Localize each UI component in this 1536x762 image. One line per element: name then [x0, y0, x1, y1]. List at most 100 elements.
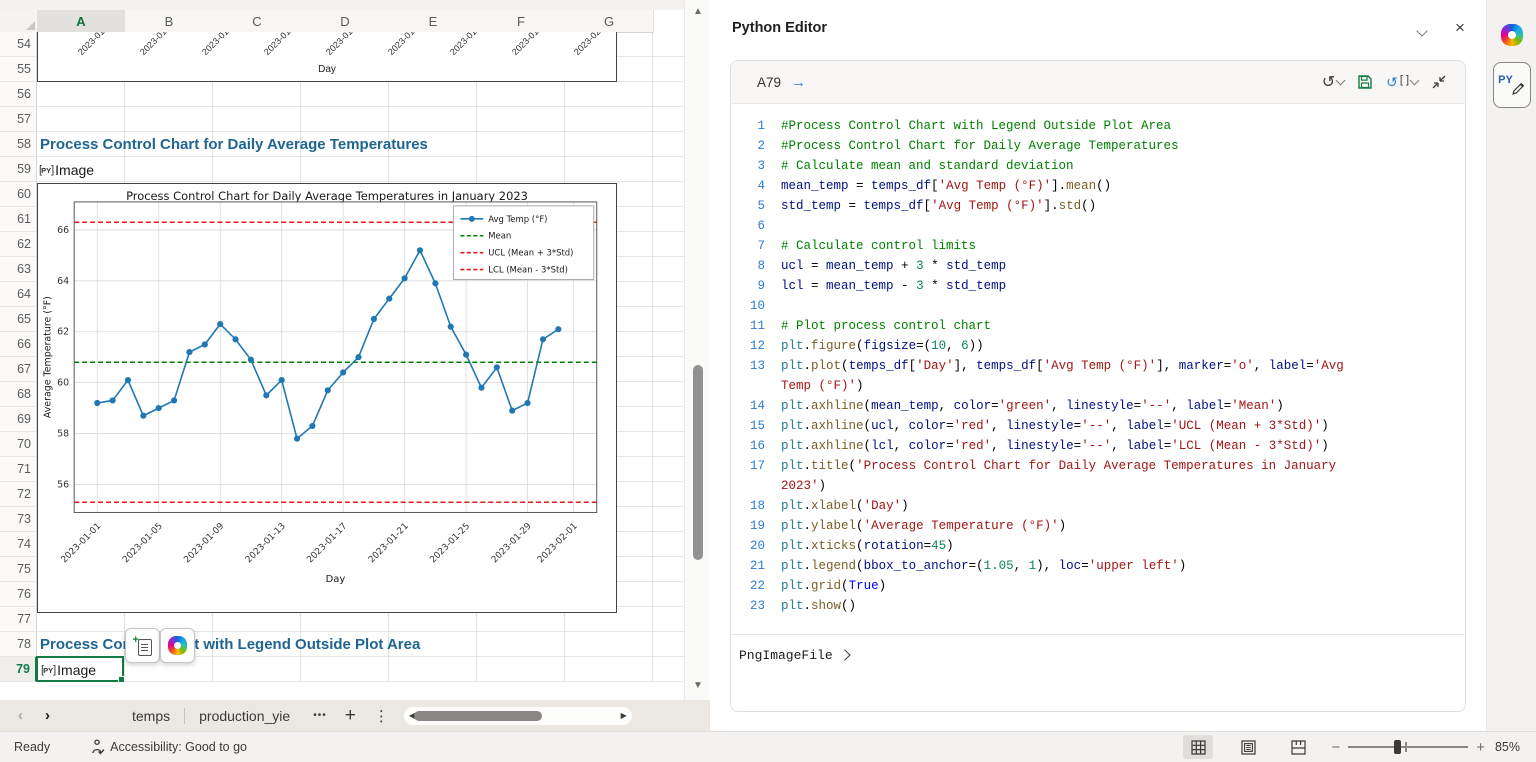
code-editor[interactable]: 1#Process Control Chart with Legend Outs…	[731, 104, 1465, 634]
row-header-77[interactable]: 77	[0, 607, 37, 632]
quick-analysis-button[interactable]: +	[125, 628, 160, 663]
code-line[interactable]: 2023')	[731, 476, 1465, 496]
code-line[interactable]: 8ucl = mean_temp + 3 * std_temp	[731, 256, 1465, 276]
scroll-down-icon[interactable]: ▼	[685, 680, 711, 691]
zoom-slider[interactable]	[1348, 746, 1468, 748]
column-header-B[interactable]: B	[125, 10, 214, 33]
row-header-55[interactable]: 55	[0, 57, 37, 82]
row-header-71[interactable]: 71	[0, 457, 37, 482]
zoom-level[interactable]: 85%	[1495, 740, 1520, 754]
zoom-slider-thumb[interactable]	[1394, 740, 1401, 754]
embedded-chart-image-top[interactable]: 2023-012023-012023-012023-012023-012023-…	[37, 32, 617, 82]
column-header-F[interactable]: F	[477, 10, 566, 33]
prev-sheet-icon[interactable]: ‹	[18, 707, 23, 724]
output-type[interactable]: PngImageFile	[739, 648, 833, 663]
row-header-75[interactable]: 75	[0, 557, 37, 582]
code-line[interactable]: 4mean_temp = temps_df['Avg Temp (°F)'].m…	[731, 176, 1465, 196]
sheet-overflow-button[interactable]: •••	[304, 710, 336, 721]
scroll-right-icon[interactable]: ▶	[621, 711, 627, 720]
add-sheet-button[interactable]: +	[336, 705, 365, 727]
row-header-68[interactable]: 68	[0, 382, 37, 407]
select-all-corner[interactable]	[0, 10, 38, 33]
code-line[interactable]: 20plt.xticks(rotation=45)	[731, 536, 1465, 556]
column-header-E[interactable]: E	[389, 10, 478, 33]
copilot-cell-button[interactable]	[160, 628, 195, 663]
code-line[interactable]: 19plt.ylabel('Average Temperature (°F)')	[731, 516, 1465, 536]
horizontal-scrollbar-thumb[interactable]	[414, 711, 542, 721]
row-header-60[interactable]: 60	[0, 182, 37, 207]
heading-row58[interactable]: Process Control Chart for Daily Average …	[40, 132, 428, 157]
row-header-72[interactable]: 72	[0, 482, 37, 507]
code-line[interactable]: 23plt.show()	[731, 596, 1465, 616]
panel-collapse-icon[interactable]	[1418, 22, 1426, 40]
row-header-61[interactable]: 61	[0, 207, 37, 232]
row-header-67[interactable]: 67	[0, 357, 37, 382]
code-line[interactable]: Temp (°F)')	[731, 376, 1465, 396]
code-line[interactable]: 6	[731, 216, 1465, 236]
horizontal-scrollbar[interactable]: ◀ ▶	[404, 707, 632, 725]
vertical-scrollbar-thumb[interactable]	[693, 365, 703, 560]
code-line[interactable]: 1#Process Control Chart with Legend Outs…	[731, 116, 1465, 136]
row-header-76[interactable]: 76	[0, 582, 37, 607]
row-header-74[interactable]: 74	[0, 532, 37, 557]
sheet-tab-production-yield[interactable]: production_yie	[185, 700, 304, 731]
code-line[interactable]: 10	[731, 296, 1465, 316]
row-header-78[interactable]: 78	[0, 632, 37, 657]
row-header-56[interactable]: 56	[0, 82, 37, 107]
row-header-69[interactable]: 69	[0, 407, 37, 432]
row-header-54[interactable]: 54	[0, 32, 37, 57]
next-sheet-icon[interactable]: ›	[45, 707, 50, 724]
code-line[interactable]: 17plt.title('Process Control Chart for D…	[731, 456, 1465, 476]
code-line[interactable]: 7# Calculate control limits	[731, 236, 1465, 256]
code-line[interactable]: 18plt.xlabel('Day')	[731, 496, 1465, 516]
row-header-79[interactable]: 79	[0, 657, 37, 682]
row-header-63[interactable]: 63	[0, 257, 37, 282]
code-line[interactable]: 16plt.axhline(lcl, color='red', linestyl…	[731, 436, 1465, 456]
column-header-G[interactable]: G	[565, 10, 654, 33]
zoom-out-button[interactable]: −	[1331, 739, 1340, 756]
sheet-menu-button[interactable]: ⋮	[365, 707, 398, 725]
code-line[interactable]: 5std_temp = temps_df['Avg Temp (°F)'].st…	[731, 196, 1465, 216]
row-header-73[interactable]: 73	[0, 507, 37, 532]
cell-reference[interactable]: A79	[757, 75, 781, 90]
panel-close-icon[interactable]: ×	[1455, 18, 1465, 38]
row-header-64[interactable]: 64	[0, 282, 37, 307]
python-editor-rail-button[interactable]: PY	[1493, 62, 1531, 108]
sheet-tab-temps[interactable]: temps	[118, 700, 184, 731]
accessibility-status[interactable]: Accessibility: Good to go	[90, 739, 247, 755]
run-code-button[interactable]: ↺[ ]	[1386, 74, 1418, 91]
goto-cell-arrow-icon[interactable]: →	[791, 74, 806, 91]
column-header-C[interactable]: C	[213, 10, 302, 33]
row-header-66[interactable]: 66	[0, 332, 37, 357]
column-header-D[interactable]: D	[301, 10, 390, 33]
row-header-59[interactable]: 59	[0, 157, 37, 182]
row-header-58[interactable]: 58	[0, 132, 37, 157]
code-line[interactable]: 22plt.grid(True)	[731, 576, 1465, 596]
embedded-chart-image[interactable]: Process Control Chart for Daily Average …	[37, 183, 617, 613]
heading-row78[interactable]: Process Control Chart with Legend Outsid…	[40, 632, 420, 657]
code-line[interactable]: 14plt.axhline(mean_temp, color='green', …	[731, 396, 1465, 416]
code-line[interactable]: 15plt.axhline(ucl, color='red', linestyl…	[731, 416, 1465, 436]
output-footer[interactable]: PngImageFile	[731, 634, 1465, 675]
row-header-70[interactable]: 70	[0, 432, 37, 457]
copilot-icon[interactable]	[1501, 24, 1523, 46]
expand-output-icon[interactable]	[839, 649, 850, 660]
row-header-65[interactable]: 65	[0, 307, 37, 332]
page-break-view-button[interactable]	[1283, 735, 1313, 759]
code-line[interactable]: 21plt.legend(bbox_to_anchor=(1.05, 1), l…	[731, 556, 1465, 576]
collapse-editor-button[interactable]	[1431, 74, 1447, 90]
code-line[interactable]: 13plt.plot(temps_df['Day'], temps_df['Av…	[731, 356, 1465, 376]
code-line[interactable]: 3# Calculate mean and standard deviation	[731, 156, 1465, 176]
page-layout-view-button[interactable]	[1233, 735, 1263, 759]
code-line[interactable]: 11# Plot process control chart	[731, 316, 1465, 336]
zoom-in-button[interactable]: +	[1476, 739, 1485, 756]
row-header-57[interactable]: 57	[0, 107, 37, 132]
code-line[interactable]: 2#Process Control Chart for Daily Averag…	[731, 136, 1465, 156]
save-button[interactable]	[1357, 74, 1373, 90]
column-header-A[interactable]: A	[37, 10, 126, 34]
code-line[interactable]: 12plt.figure(figsize=(10, 6))	[731, 336, 1465, 356]
vertical-scrollbar[interactable]: ▲ ▼	[684, 0, 711, 700]
row-header-62[interactable]: 62	[0, 232, 37, 257]
py-image-cell-59[interactable]: [PY]Image	[39, 157, 94, 182]
scroll-up-icon[interactable]: ▲	[685, 6, 711, 17]
